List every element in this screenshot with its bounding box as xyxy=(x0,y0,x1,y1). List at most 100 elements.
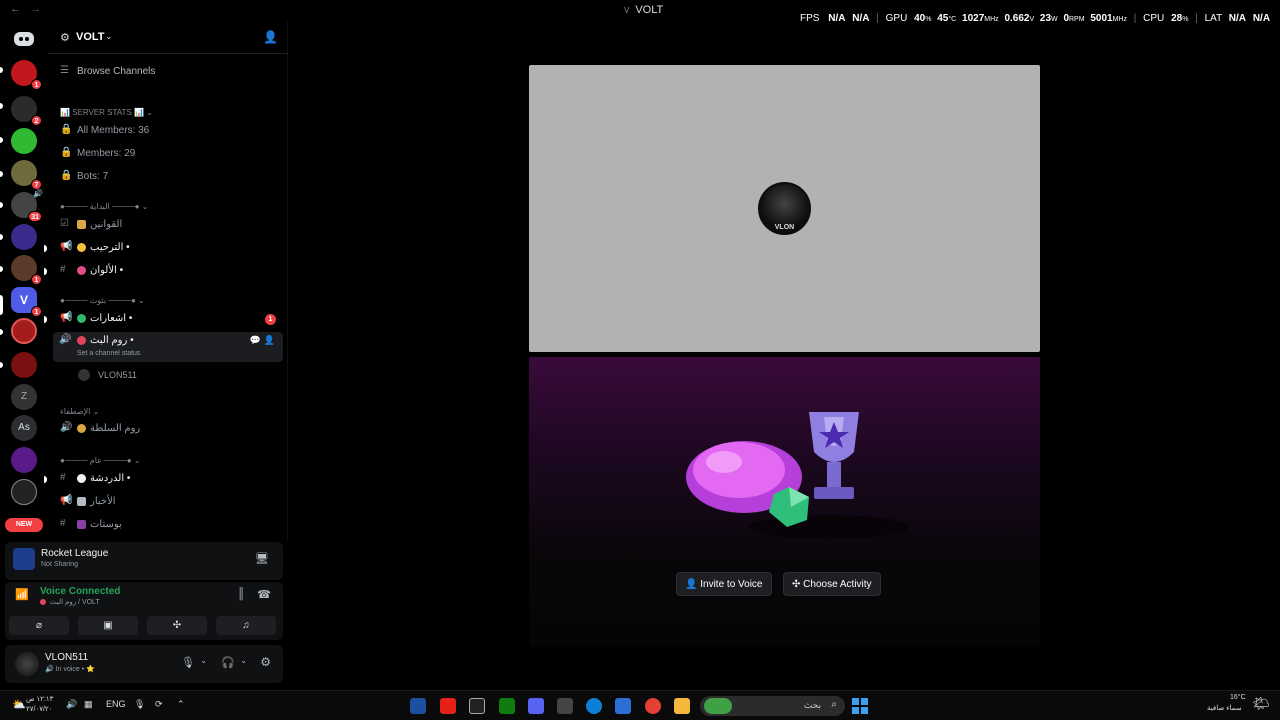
participant-tile[interactable]: VLON xyxy=(529,65,1040,352)
input-language[interactable]: ENG xyxy=(106,699,126,709)
xbox-icon[interactable] xyxy=(499,698,515,714)
gear-icon[interactable]: ⚙ xyxy=(260,655,271,669)
selected-pill xyxy=(0,295,3,315)
channel-rules[interactable]: ☑ القوانين xyxy=(48,216,288,236)
weather-sun-icon[interactable]: 🌤 xyxy=(1252,695,1270,712)
steam-icon[interactable] xyxy=(469,698,485,714)
server-icon[interactable] xyxy=(11,128,37,154)
network-icon[interactable]: ▦ xyxy=(84,699,93,710)
channel-colors[interactable]: # الألوان • xyxy=(44,262,288,282)
disconnect-icon[interactable]: ☎ xyxy=(257,588,271,601)
category-broadcast[interactable]: ●──── بثوث ────● ⌄ xyxy=(48,292,288,312)
browse-channels[interactable]: ☰ Browse Channels xyxy=(48,63,288,83)
server-list: 1 2 7 🔊 31 1 V1 Z As NEW xyxy=(0,22,48,540)
soundboard-button[interactable]: ♫ xyxy=(216,616,276,635)
channel-chat[interactable]: # الدردشة • xyxy=(44,470,288,490)
microphone-icon[interactable]: 🎙 xyxy=(134,699,145,710)
chart-icon: 📊 xyxy=(60,108,70,117)
weather-icon[interactable]: ⛅ xyxy=(12,698,26,711)
unread-pill xyxy=(0,67,3,73)
search-box[interactable]: بحث ⌕ xyxy=(700,696,845,716)
screen-share-button[interactable]: ▣ xyxy=(78,616,138,635)
server-icon[interactable] xyxy=(11,352,37,378)
headphones-icon[interactable]: 🎧 xyxy=(221,656,235,669)
channel-stat-bots[interactable]: 🔒 Bots: 7 xyxy=(48,168,288,188)
file-explorer-icon[interactable] xyxy=(674,698,690,714)
chevron-down-icon[interactable]: ⌄ xyxy=(240,656,247,665)
new-badge: NEW xyxy=(5,518,43,532)
category-server-stats[interactable]: 📊 SERVER STATS 📊 ⌄ xyxy=(48,104,288,124)
invite-to-voice-button[interactable]: 👤 Invite to Voice xyxy=(676,572,772,596)
chevron-up-icon[interactable]: ⌃ xyxy=(177,699,185,710)
channel-chosen[interactable]: 🔊 روم السلطة xyxy=(48,420,288,440)
server-icon[interactable]: 1 xyxy=(11,255,42,285)
volume-icon[interactable]: 🔊 xyxy=(66,699,77,710)
server-icon[interactable] xyxy=(11,224,37,250)
edge-icon[interactable] xyxy=(586,698,602,714)
discord-icon[interactable] xyxy=(528,698,544,714)
announcement-icon: 📢 xyxy=(60,495,73,506)
list-icon: ☰ xyxy=(60,65,69,76)
share-screen-icon[interactable]: 🖥 xyxy=(255,552,269,565)
server-icon[interactable]: 2 xyxy=(11,96,42,126)
server-icon[interactable]: Z xyxy=(11,384,37,410)
microphone-icon[interactable]: 🎙 xyxy=(181,656,195,669)
camera-button[interactable]: ⌀ xyxy=(9,616,69,635)
server-icon[interactable] xyxy=(11,479,37,505)
speaker-icon: 🔊 xyxy=(45,666,54,673)
lock-icon: 🔒 xyxy=(60,170,73,181)
chat-icon[interactable]: 💬 xyxy=(250,335,261,346)
unread-pill xyxy=(0,362,3,368)
speaker-icon: 🔊 xyxy=(60,422,73,433)
discord-home-button[interactable] xyxy=(11,26,37,52)
channel-posts[interactable]: # بوستات xyxy=(48,516,288,536)
voice-status[interactable]: Voice Connected xyxy=(40,586,120,597)
sync-icon[interactable]: ⟳ xyxy=(155,699,163,710)
invite-member-icon[interactable]: 👤 xyxy=(263,30,278,44)
youtube-icon[interactable] xyxy=(440,698,456,714)
channel-stat-members[interactable]: 🔒 Members: 29 xyxy=(48,145,288,165)
voice-connected-panel: 📶 Voice Connected روم البث / VOLT ║ ☎ ⌀ … xyxy=(5,582,283,640)
channel-live-voice[interactable]: 🔊 روم البث • Set a channel status 💬 👤 xyxy=(53,332,283,362)
server-icon[interactable] xyxy=(11,447,37,473)
voice-user-item[interactable]: VLON511 xyxy=(48,367,288,387)
clock-date[interactable]: ٢٧/٠٧/٢٠ xyxy=(26,705,52,713)
server-icon[interactable] xyxy=(11,318,37,344)
chrome-icon[interactable] xyxy=(645,698,661,714)
choose-activity-button[interactable]: ✣ Choose Activity xyxy=(783,572,881,596)
back-arrow-icon[interactable]: ← xyxy=(10,3,21,15)
clock-time[interactable]: ١٢:١٣ ص xyxy=(26,695,53,703)
mention-badge: 2 xyxy=(31,115,42,126)
channel-stat-all-members[interactable]: 🔒 All Members: 36 xyxy=(48,122,288,142)
channel-news[interactable]: 📢 الأخبار xyxy=(48,493,288,513)
weather-text[interactable]: سماء صافية xyxy=(1207,704,1242,712)
chevron-down-icon[interactable]: ⌄ xyxy=(200,656,207,665)
rocket-league-icon[interactable] xyxy=(410,698,426,714)
server-icon[interactable]: 1 xyxy=(11,60,42,90)
activity-illustration xyxy=(686,412,909,539)
weather-temp[interactable]: 16°C xyxy=(1230,694,1246,701)
noise-suppression-icon[interactable]: ║ xyxy=(237,588,245,600)
add-user-icon[interactable]: 👤 xyxy=(264,335,275,346)
server-icon[interactable]: 🔊 31 xyxy=(11,189,43,222)
window-title: V VOLT xyxy=(624,4,664,16)
server-icon[interactable]: 7 xyxy=(11,160,42,190)
channel-notifications[interactable]: 📢 اشعارات • 1 xyxy=(44,310,288,330)
server-icon[interactable]: As xyxy=(11,415,37,441)
hash-icon: # xyxy=(60,518,66,529)
windows-start-icon[interactable] xyxy=(852,698,868,714)
avatar[interactable] xyxy=(15,652,39,676)
forward-arrow-icon[interactable]: → xyxy=(30,3,41,15)
mail-icon[interactable] xyxy=(615,698,631,714)
unread-pill xyxy=(0,103,3,109)
activity-button[interactable]: ✣ xyxy=(147,616,207,635)
store-icon[interactable] xyxy=(557,698,573,714)
category-start[interactable]: ●──── البداية ────● ⌄ xyxy=(48,198,288,218)
channel-welcome[interactable]: 📢 الترحيب • xyxy=(44,239,288,259)
server-header[interactable]: ⚙ VOLT ⌄ 👤 xyxy=(48,22,288,54)
server-icon-volt[interactable]: V1 xyxy=(11,287,42,317)
category-general[interactable]: ●──── عام ────● ⌄ xyxy=(48,452,288,472)
channel-status[interactable]: Set a channel status xyxy=(77,350,140,357)
signal-icon[interactable]: 📶 xyxy=(15,588,29,601)
unread-pill xyxy=(0,329,3,335)
